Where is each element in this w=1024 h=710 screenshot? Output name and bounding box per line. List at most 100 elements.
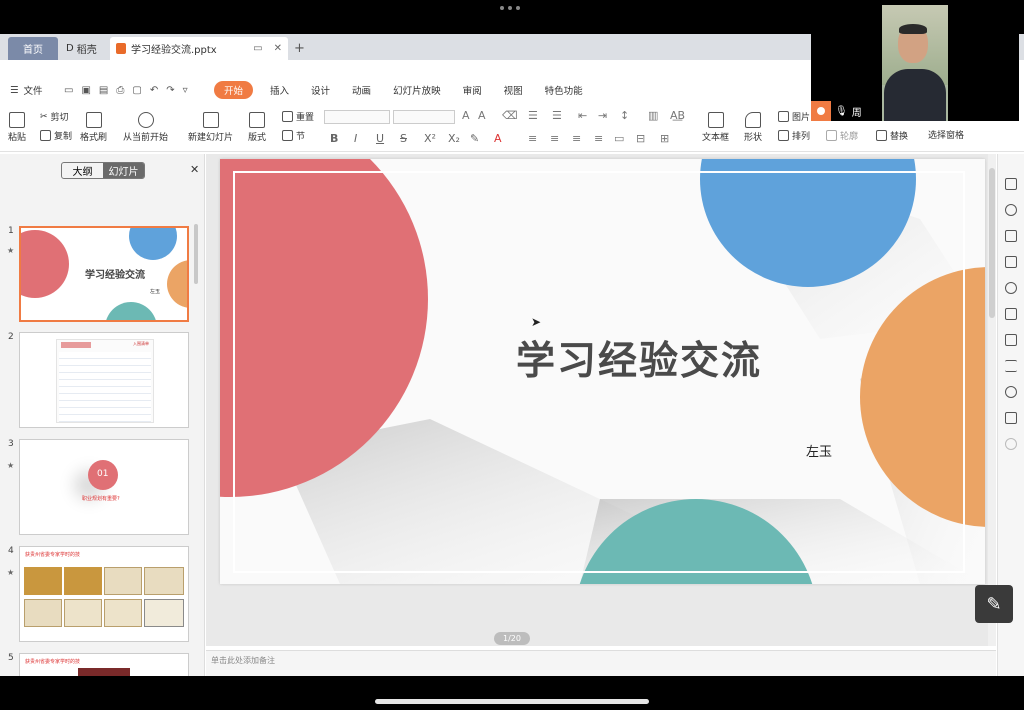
menu-tab-features[interactable]: 特色功能: [534, 81, 594, 99]
menu-tab-review[interactable]: 审阅: [452, 81, 493, 99]
slide-title[interactable]: 学习经验交流: [516, 330, 762, 386]
select-pane-button[interactable]: 选择窗格: [928, 128, 964, 141]
new-slide-button[interactable]: 新建幻灯片: [188, 112, 233, 143]
underline-icon[interactable]: U: [376, 132, 384, 145]
tab-outline[interactable]: 大纲: [62, 163, 103, 178]
menu-tab-view[interactable]: 视图: [493, 81, 534, 99]
bullets-icon[interactable]: ☰: [528, 109, 538, 122]
slide-thumb-2[interactable]: 入围清单: [19, 332, 189, 428]
open-icon[interactable]: ▭: [64, 85, 73, 96]
tab-document[interactable]: 学习经验交流.pptx ▭ ✕: [110, 37, 288, 60]
home-indicator[interactable]: [375, 699, 649, 704]
align-center-icon[interactable]: ≡: [550, 132, 559, 145]
columns-icon[interactable]: ▥: [648, 109, 658, 122]
close-tab-icon[interactable]: ✕: [274, 43, 282, 54]
bold-icon[interactable]: B: [330, 132, 338, 145]
multitask-dots[interactable]: [500, 6, 520, 10]
align-left-icon[interactable]: ≡: [528, 132, 537, 145]
superscript-icon[interactable]: X²: [424, 132, 436, 145]
new-tab-button[interactable]: +: [294, 37, 308, 60]
strikethrough-icon[interactable]: S: [400, 132, 407, 145]
more-icon[interactable]: ▿: [183, 85, 188, 96]
user-avatar-icon: [811, 101, 831, 121]
gear-icon[interactable]: [1005, 282, 1017, 294]
tab-home[interactable]: 首页: [8, 37, 58, 60]
grow-font-icon[interactable]: A: [462, 109, 470, 122]
print-icon[interactable]: ⎙: [116, 85, 124, 96]
text-direction-icon[interactable]: A͟B: [670, 109, 685, 122]
menu-tab-animation[interactable]: 动画: [341, 81, 382, 99]
canvas-scrollbar[interactable]: [988, 154, 996, 646]
layout-button[interactable]: 版式: [248, 112, 266, 143]
tab-slides[interactable]: 幻灯片: [103, 163, 144, 178]
italic-icon[interactable]: I: [354, 132, 357, 145]
menu-tab-start[interactable]: 开始: [214, 81, 254, 99]
picture-button[interactable]: 图片: [778, 110, 810, 123]
vertical-align-icon[interactable]: ⊟: [636, 132, 645, 145]
certificate: [144, 567, 184, 595]
menu-tab-design[interactable]: 设计: [300, 81, 341, 99]
indent-increase-icon[interactable]: ⇥: [598, 109, 607, 122]
history-icon[interactable]: [1005, 386, 1017, 398]
copy-button[interactable]: 复制: [40, 129, 72, 142]
shrink-font-icon[interactable]: A: [478, 109, 486, 122]
replace-button[interactable]: 替换: [876, 129, 908, 142]
textbox-button[interactable]: 文本框: [702, 112, 729, 143]
notes-pane[interactable]: 单击此处添加备注: [206, 650, 996, 676]
reset-button[interactable]: 重置: [282, 110, 314, 123]
export-icon[interactable]: ▤: [99, 85, 108, 96]
slide-thumb-3[interactable]: 01 职业规划有重要?: [19, 439, 189, 535]
slide-thumb-4[interactable]: 获贵州省委专家学时的技: [19, 546, 189, 642]
file-menu[interactable]: ☰ 文件: [10, 83, 43, 98]
smart-art-icon[interactable]: ⊞: [660, 132, 669, 145]
shapes-icon[interactable]: [1005, 204, 1017, 216]
distribute-icon[interactable]: ▭: [614, 132, 624, 145]
format-painter-button[interactable]: 格式刷: [80, 112, 107, 143]
thumb2-table: 入围清单: [56, 339, 154, 423]
align-right-icon[interactable]: ≡: [572, 132, 581, 145]
numbering-icon[interactable]: ☰: [552, 109, 562, 122]
font-color-icon[interactable]: A: [494, 132, 502, 145]
save-icon[interactable]: ▣: [81, 85, 90, 96]
slide-author[interactable]: 左玉: [806, 441, 832, 460]
menu-tab-slideshow[interactable]: 幻灯片放映: [382, 81, 452, 99]
arrange-button[interactable]: 排列: [778, 129, 810, 142]
line-spacing-icon[interactable]: ↕: [620, 109, 629, 122]
highlight-icon[interactable]: ✎: [470, 132, 479, 145]
microphone-icon[interactable]: 🎙: [835, 106, 848, 117]
canvas-scroll-thumb[interactable]: [989, 168, 995, 318]
tab-draft[interactable]: D 稻壳: [62, 37, 108, 60]
redo-icon[interactable]: ↷: [166, 85, 174, 96]
edit-floating-button[interactable]: ✎: [975, 585, 1013, 623]
preview-icon[interactable]: ▢: [132, 85, 141, 96]
image-icon[interactable]: [1005, 412, 1017, 424]
indent-decrease-icon[interactable]: ⇤: [578, 109, 587, 122]
from-current-button[interactable]: 从当前开始: [123, 112, 168, 143]
menu-tab-insert[interactable]: 插入: [259, 81, 300, 99]
clear-format-icon[interactable]: ⌫: [502, 109, 518, 122]
thumb-scrollbar[interactable]: [194, 224, 198, 284]
slide-editor[interactable]: 学习经验交流 左玉 ➤: [220, 159, 985, 584]
undo-icon[interactable]: ↶: [150, 85, 158, 96]
close-panel-icon[interactable]: ✕: [190, 163, 199, 176]
slide-thumb-5[interactable]: 获贵州省委专家学时的技: [19, 653, 189, 676]
window-icon[interactable]: ▭: [253, 43, 262, 54]
star-icon[interactable]: [1005, 334, 1017, 346]
subscript-icon[interactable]: X₂: [448, 132, 460, 145]
animation-icon[interactable]: [1005, 256, 1017, 268]
copy-pages-icon[interactable]: [1005, 308, 1017, 320]
font-family-select[interactable]: [324, 110, 390, 124]
file-menu-label: 文件: [23, 86, 43, 97]
slide-switch-icon[interactable]: [1005, 178, 1017, 190]
outline-button[interactable]: 轮廓: [826, 129, 858, 142]
justify-icon[interactable]: ≡: [594, 132, 603, 145]
paste-button[interactable]: 粘贴: [8, 112, 26, 143]
shape-button[interactable]: 形状: [744, 112, 762, 143]
bucket-icon[interactable]: [1005, 230, 1017, 242]
sliders-icon[interactable]: [1005, 360, 1017, 372]
font-size-select[interactable]: [393, 110, 455, 124]
section-button[interactable]: 节: [282, 129, 305, 142]
cut-button[interactable]: ✂ 剪切: [40, 110, 69, 124]
slide-thumb-1[interactable]: 学习经验交流 左玉: [19, 226, 189, 322]
cube-icon[interactable]: [1005, 438, 1017, 450]
